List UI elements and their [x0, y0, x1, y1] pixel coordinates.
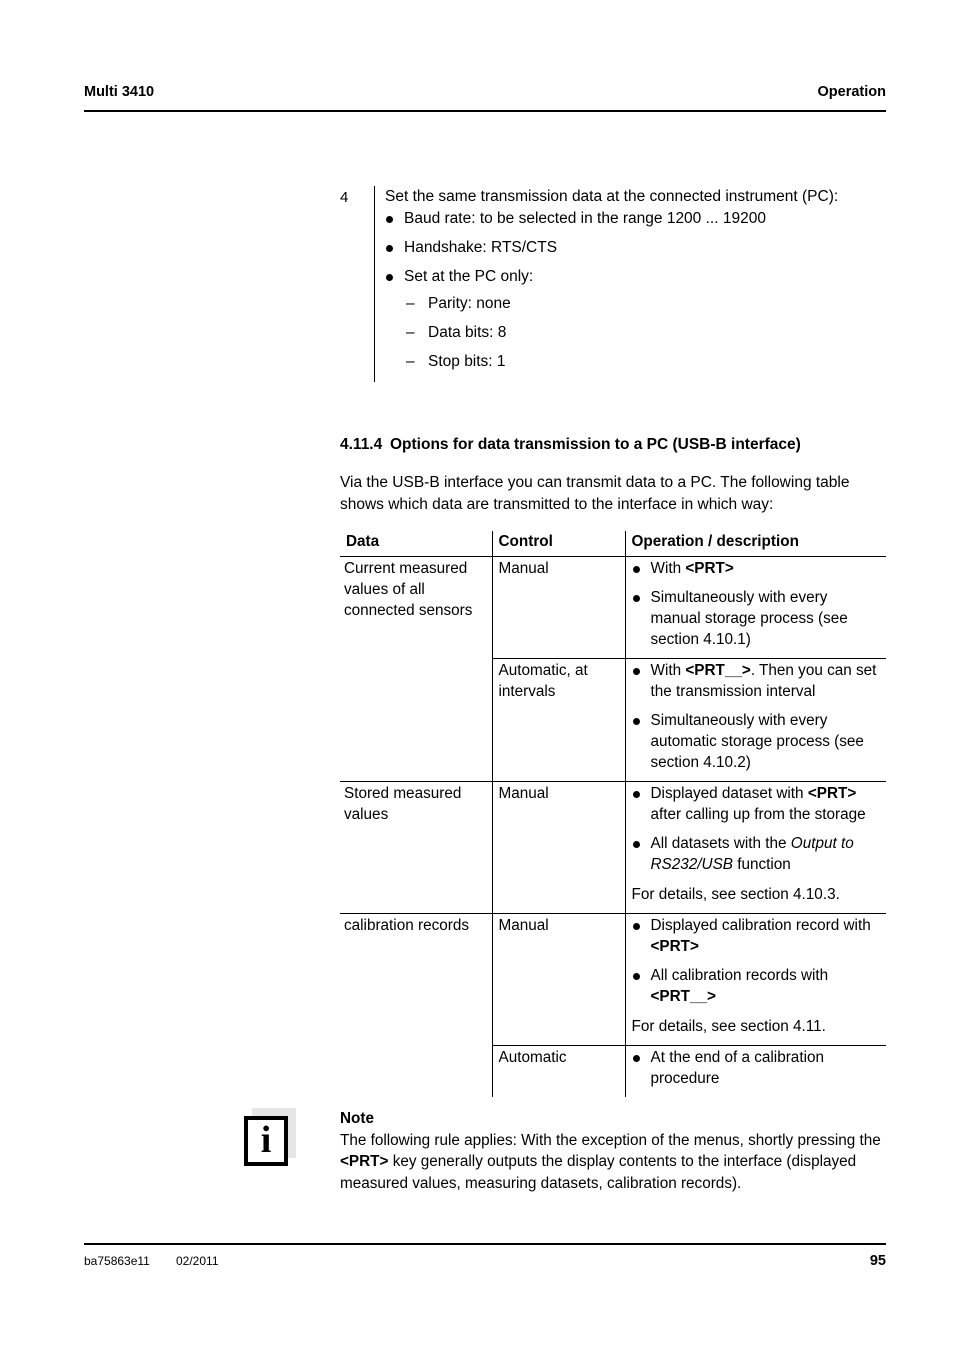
- procedure-step: 4 Set the same transmission data at the …: [340, 186, 888, 382]
- list-item: Set at the PC only: Parity: none Data bi…: [385, 266, 888, 372]
- bullet-text: With: [650, 560, 686, 577]
- list-item: All datasets with the Output to RS232/US…: [632, 833, 881, 875]
- list-item: Simultaneously with every manual storage…: [632, 587, 881, 650]
- cell-control: Automatic: [491, 1045, 625, 1097]
- cell-control: Automatic, at intervals: [491, 658, 625, 782]
- cell-control: Manual: [491, 556, 625, 659]
- cell-reference-note: For details, see section 4.11.: [631, 1018, 826, 1035]
- cell-control: Manual: [491, 913, 625, 1046]
- bullet-text: All datasets with the: [650, 835, 791, 852]
- column-header-operation: Operation / description: [624, 531, 886, 557]
- page-footer: ba75863e11 02/2011 95: [84, 1253, 886, 1269]
- footer-page-number: 95: [869, 1253, 886, 1269]
- header-product-title: Multi 3410: [84, 84, 155, 100]
- list-item: Stop bits: 1: [404, 351, 888, 372]
- cell-data: Current measured values of all connected…: [344, 560, 473, 619]
- operation-bullet-list: With <PRT> Simultaneously with every man…: [632, 558, 881, 650]
- section-intro-paragraph: Via the USB-B interface you can transmit…: [340, 474, 850, 513]
- page-header: Multi 3410 Operation: [84, 84, 886, 100]
- list-item: With <PRT__>. Then you can set the trans…: [632, 660, 881, 702]
- cell-operation: At the end of a calibration procedure: [624, 1045, 886, 1097]
- key-label: <PRT>: [685, 560, 734, 577]
- bullet-text-suffix: after calling up from the storage: [650, 806, 866, 823]
- list-item: With <PRT>: [632, 558, 881, 579]
- list-item: Parity: none: [404, 293, 888, 314]
- cell-operation: Displayed calibration record with <PRT> …: [624, 913, 886, 1046]
- info-icon-glyph: i: [260, 1119, 272, 1161]
- section-heading: 4.11.4 Options for data transmission to …: [340, 436, 888, 454]
- key-label: <PRT__>: [650, 988, 716, 1005]
- section-number: 4.11.4: [340, 436, 383, 453]
- transmission-options-table: Data Control Operation / description Cur…: [340, 531, 886, 1097]
- step-bullet-list: Baud rate: to be selected in the range 1…: [385, 208, 888, 372]
- step-number: 4: [340, 189, 349, 206]
- table-row: Current measured values of all connected…: [340, 556, 886, 659]
- cell-operation: Displayed dataset with <PRT> after calli…: [624, 781, 886, 914]
- step-row: 4 Set the same transmission data at the …: [340, 186, 888, 382]
- list-item: Displayed calibration record with <PRT>: [632, 915, 881, 957]
- footer-divider: [84, 1243, 886, 1245]
- key-label: <PRT>: [340, 1153, 389, 1170]
- note-title: Note: [340, 1110, 374, 1127]
- info-icon: i: [244, 1108, 300, 1170]
- table-header-row: Data Control Operation / description: [340, 531, 886, 557]
- list-item: All calibration records with <PRT__>: [632, 965, 881, 1007]
- note-body-part2: key generally outputs the display conten…: [340, 1153, 857, 1192]
- list-item: At the end of a calibration procedure: [632, 1047, 881, 1089]
- header-divider: [84, 110, 886, 112]
- list-item-label: Set at the PC only:: [404, 268, 534, 285]
- step-lead-text: Set the same transmission data at the co…: [385, 188, 839, 205]
- cell-operation: With <PRT> Simultaneously with every man…: [624, 556, 886, 659]
- header-chapter-title: Operation: [817, 84, 886, 100]
- bullet-text: All calibration records with: [650, 967, 829, 984]
- column-header-data: Data: [340, 531, 492, 557]
- list-item: Baud rate: to be selected in the range 1…: [385, 208, 888, 229]
- list-item: Simultaneously with every automatic stor…: [632, 710, 881, 773]
- key-label: <PRT>: [650, 938, 699, 955]
- list-item: Displayed dataset with <PRT> after calli…: [632, 783, 881, 825]
- list-item: Data bits: 8: [404, 322, 888, 343]
- bullet-text: With: [650, 662, 686, 679]
- step-sub-list: Parity: none Data bits: 8 Stop bits: 1: [404, 293, 888, 372]
- info-icon-box: i: [244, 1116, 288, 1166]
- cell-data: calibration records: [340, 913, 492, 1097]
- bullet-text: Displayed dataset with: [650, 785, 808, 802]
- footer-document-id: ba75863e11: [84, 1254, 150, 1268]
- operation-bullet-list: At the end of a calibration procedure: [632, 1047, 881, 1089]
- list-item: Handshake: RTS/CTS: [385, 237, 888, 258]
- operation-bullet-list: Displayed dataset with <PRT> after calli…: [632, 783, 881, 875]
- column-header-control: Control: [491, 531, 625, 557]
- key-label: <PRT>: [807, 785, 857, 802]
- cell-control: Manual: [491, 781, 625, 914]
- operation-bullet-list: Displayed calibration record with <PRT> …: [632, 915, 881, 1007]
- bullet-text-suffix: function: [732, 856, 791, 873]
- section-title: Options for data transmission to a PC (U…: [390, 436, 801, 453]
- operation-bullet-list: With <PRT__>. Then you can set the trans…: [632, 660, 881, 773]
- page: Multi 3410 Operation 4 Set the same tran…: [0, 0, 954, 1351]
- cell-data: Stored measured values: [340, 781, 492, 914]
- footer-date: 02/2011: [176, 1254, 219, 1268]
- key-label: <PRT__>: [685, 662, 751, 679]
- note-text: Note The following rule applies: With th…: [340, 1108, 888, 1194]
- bullet-text: Displayed calibration record with: [650, 917, 871, 934]
- cell-operation: With <PRT__>. Then you can set the trans…: [624, 658, 886, 782]
- table-row: Stored measured values Manual Displayed …: [340, 781, 886, 914]
- cell-reference-note: For details, see section 4.10.3.: [631, 886, 840, 903]
- step-content: Set the same transmission data at the co…: [374, 186, 888, 382]
- note-body: The following rule applies: With the exc…: [340, 1130, 888, 1195]
- table-row: calibration records Manual Displayed cal…: [340, 913, 886, 1097]
- note-body-part1: The following rule applies: With the exc…: [340, 1131, 881, 1149]
